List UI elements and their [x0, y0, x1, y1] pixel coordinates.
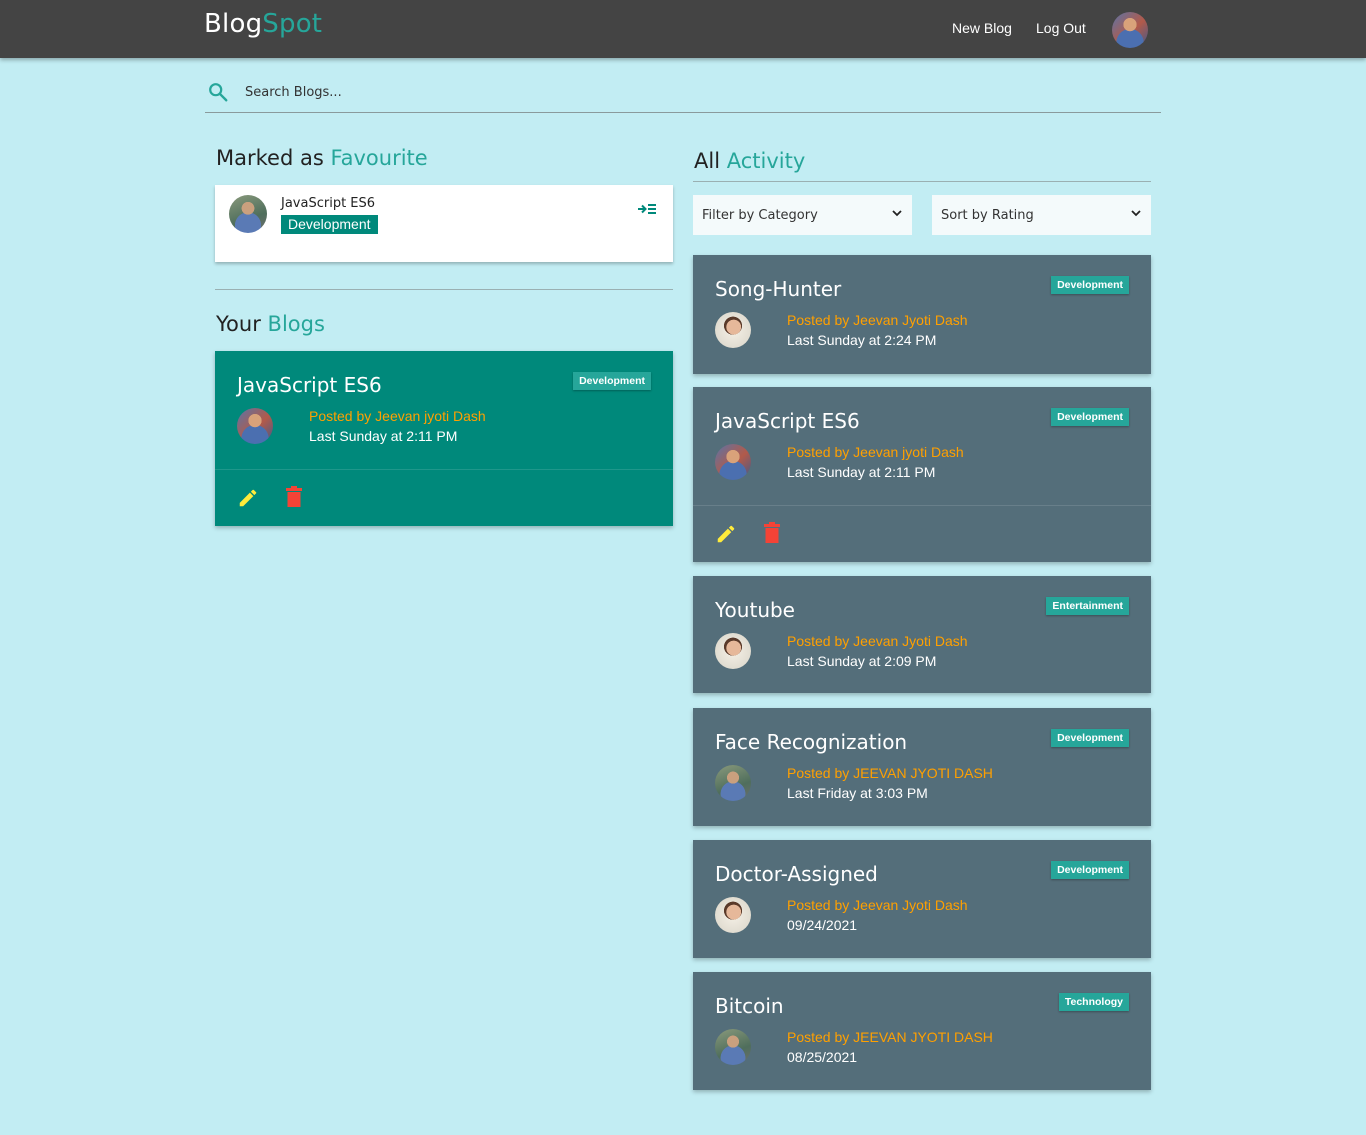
activity-card[interactable]: Bitcoin Technology Posted by JEEVAN JYOT… — [693, 972, 1151, 1090]
activity-card[interactable]: Youtube Entertainment Posted by Jeevan J… — [693, 576, 1151, 693]
user-avatar[interactable] — [1112, 12, 1148, 48]
blog-title[interactable]: Song-Hunter — [715, 277, 841, 301]
brand-name-part1: Blog — [204, 9, 263, 39]
post-time: Last Friday at 3:03 PM — [787, 785, 928, 801]
filter-category-label: Filter by Category — [702, 208, 818, 223]
playlist-remove-icon[interactable] — [637, 201, 657, 217]
author-line: Posted by Jeevan Jyoti Dash — [787, 897, 968, 913]
author-avatar — [715, 897, 751, 933]
post-time: Last Sunday at 2:11 PM — [787, 464, 936, 480]
category-badge: Development — [1051, 408, 1129, 426]
blog-title[interactable]: Youtube — [715, 598, 795, 622]
chevron-down-icon — [892, 210, 902, 217]
log-out-link[interactable]: Log Out — [1036, 20, 1086, 36]
category-badge: Technology — [1058, 993, 1129, 1011]
author-line: Posted by Jeevan Jyoti Dash — [787, 312, 968, 328]
author-line: Posted by Jeevan jyoti Dash — [309, 408, 486, 424]
card-actions — [693, 505, 1151, 562]
activity-divider — [693, 181, 1151, 182]
post-time: Last Sunday at 2:24 PM — [787, 332, 937, 348]
your-blogs-heading: Your Blogs — [216, 312, 325, 336]
post-time: Last Sunday at 2:11 PM — [309, 428, 458, 444]
author-avatar — [715, 633, 751, 669]
favourites-heading-prefix: Marked as — [216, 146, 324, 170]
card-actions — [215, 469, 673, 526]
author-avatar — [237, 408, 273, 444]
favourite-title[interactable]: JavaScript ES6 — [281, 196, 375, 211]
favourite-item[interactable]: JavaScript ES6 Development — [215, 185, 673, 262]
author-avatar — [715, 312, 751, 348]
category-badge: Development — [573, 372, 651, 390]
favourites-heading-accent: Favourite — [330, 146, 428, 170]
author-avatar — [715, 765, 751, 801]
post-time: 09/24/2021 — [787, 917, 858, 933]
all-activity-heading-accent: Activity — [726, 149, 806, 173]
blog-title[interactable]: Bitcoin — [715, 994, 784, 1018]
favourite-author-avatar — [229, 195, 267, 233]
sort-rating-select[interactable]: Sort by Rating — [932, 195, 1151, 235]
blog-title[interactable]: JavaScript ES6 — [715, 409, 860, 433]
pencil-icon[interactable] — [237, 487, 259, 509]
blog-title[interactable]: JavaScript ES6 — [237, 373, 382, 397]
search-icon — [209, 83, 228, 102]
post-time: Last Sunday at 2:09 PM — [787, 653, 937, 669]
brand-logo[interactable]: BlogSpot — [204, 9, 322, 39]
your-blogs-heading-accent: Blogs — [267, 312, 325, 336]
activity-card[interactable]: JavaScript ES6 Development Posted by Jee… — [693, 387, 1151, 562]
trash-icon[interactable] — [763, 522, 781, 544]
navbar: BlogSpot New Blog Log Out — [0, 0, 1366, 58]
category-badge: Development — [1051, 861, 1129, 879]
author-line: Posted by Jeevan jyoti Dash — [787, 444, 964, 460]
search-underline — [205, 112, 1161, 113]
activity-card[interactable]: Song-Hunter Development Posted by Jeevan… — [693, 255, 1151, 374]
pencil-icon[interactable] — [715, 523, 737, 545]
blog-title[interactable]: Face Recognization — [715, 730, 907, 754]
author-avatar — [715, 444, 751, 480]
brand-name-part2: Spot — [262, 9, 323, 39]
your-blog-card[interactable]: JavaScript ES6 Development Posted by Jee… — [215, 351, 673, 526]
author-line: Posted by JEEVAN JYOTI DASH — [787, 765, 993, 781]
search-input[interactable] — [245, 80, 1161, 104]
filter-category-select[interactable]: Filter by Category — [693, 195, 912, 235]
your-blogs-heading-prefix: Your — [216, 312, 261, 336]
trash-icon[interactable] — [285, 486, 303, 508]
author-line: Posted by Jeevan Jyoti Dash — [787, 633, 968, 649]
chevron-down-icon — [1131, 210, 1141, 217]
new-blog-link[interactable]: New Blog — [952, 20, 1012, 36]
activity-card[interactable]: Face Recognization Development Posted by… — [693, 708, 1151, 826]
post-time: 08/25/2021 — [787, 1049, 858, 1065]
activity-card[interactable]: Doctor-Assigned Development Posted by Je… — [693, 840, 1151, 958]
section-divider — [215, 289, 673, 290]
sort-rating-label: Sort by Rating — [941, 208, 1034, 223]
category-badge: Development — [1051, 276, 1129, 294]
all-activity-heading-prefix: All — [694, 149, 721, 173]
category-badge: Development — [1051, 729, 1129, 747]
all-activity-heading: All Activity — [694, 149, 805, 173]
blog-title[interactable]: Doctor-Assigned — [715, 862, 878, 886]
favourites-heading: Marked as Favourite — [216, 146, 428, 170]
author-avatar — [715, 1029, 751, 1065]
author-line: Posted by JEEVAN JYOTI DASH — [787, 1029, 993, 1045]
favourite-category-chip: Development — [281, 215, 378, 234]
category-badge: Entertainment — [1046, 597, 1129, 615]
